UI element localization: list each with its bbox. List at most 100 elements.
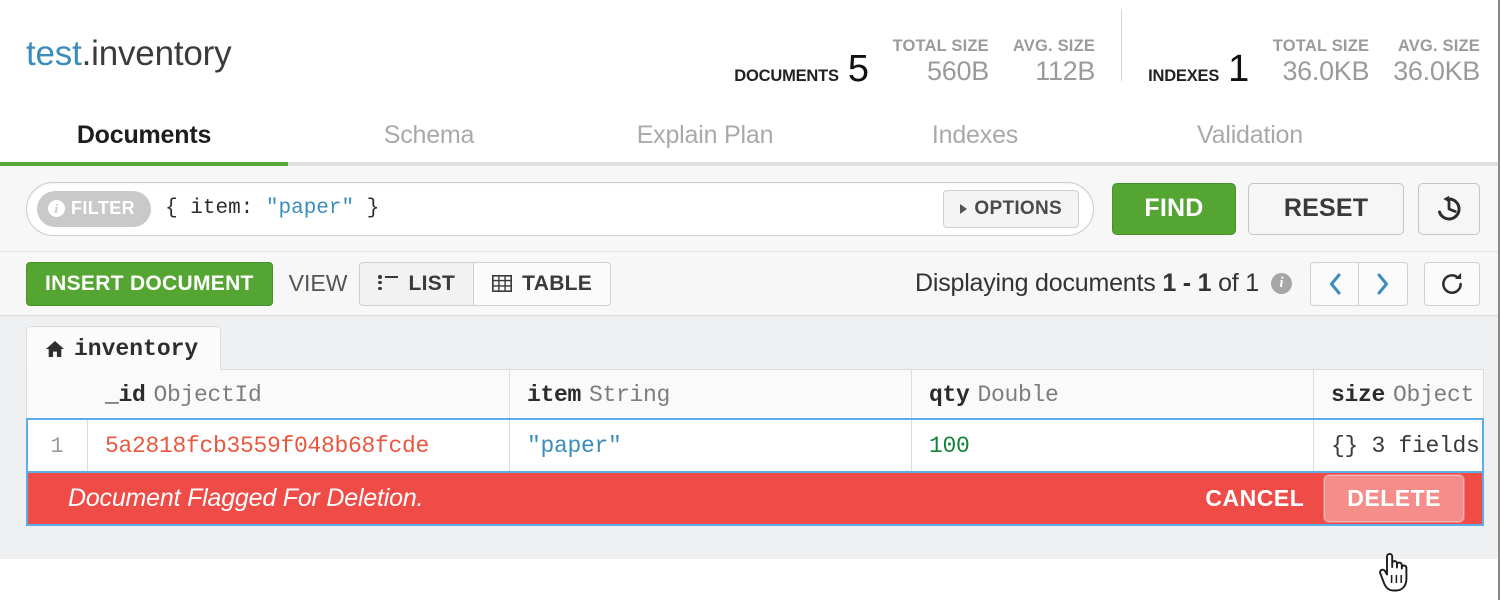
insert-document-button[interactable]: INSERT DOCUMENT [26,262,273,306]
info-icon: i [48,200,65,217]
indexes-stat-group: INDEXES 1 TOTAL SIZE 36.0KB AVG. SIZE 36… [1148,30,1480,92]
collection-name: inventory [91,34,231,73]
column-header-qty-type: Double [978,382,1059,408]
indexes-avg-size-label: AVG. SIZE [1398,37,1480,56]
column-header-rownum [27,370,88,419]
tab-schema[interactable]: Schema [288,108,570,162]
column-header-item-type: String [589,382,670,408]
find-button[interactable]: FIND [1112,183,1236,235]
column-header-size-type: Object [1393,382,1474,408]
displaying-documents-text: Displaying documents 1 - 1 of 1 [915,269,1259,298]
column-header-size[interactable]: size Object [1314,370,1483,419]
chevron-right-icon [960,204,967,214]
column-header-id[interactable]: _id ObjectId [88,370,510,419]
filter-query-text: { item: "paper" } [165,197,379,220]
view-mode-list[interactable]: LIST [359,262,474,306]
tab-schema-label: Schema [384,121,475,150]
query-bar: i FILTER { item: "paper" } OPTIONS FIND … [0,166,1498,252]
chevron-left-icon [1328,272,1342,296]
documents-total-size-label: TOTAL SIZE [892,37,988,56]
indexes-avg-size-value: 36.0KB [1393,56,1480,87]
documents-total-size: TOTAL SIZE 560B [892,37,988,92]
breadcrumb-label: inventory [74,336,198,362]
list-icon [378,276,398,292]
documents-toolbar: INSERT DOCUMENT VIEW LIST TABLE [0,252,1498,316]
paging-range: 1 - 1 [1162,269,1211,297]
cell-item[interactable]: "paper" [510,420,912,472]
cell-qty[interactable]: 100 [912,420,1314,472]
indexes-value: 1 [1228,50,1249,88]
table-row[interactable]: 1 5a2818fcb3559f048b68fcde "paper" 100 {… [27,419,1483,472]
database-name: test [26,34,82,73]
column-header-qty[interactable]: qty Double [912,370,1314,419]
delete-confirmation-banner: Document Flagged For Deletion. CANCEL DE… [26,473,1484,526]
cancel-button[interactable]: CANCEL [1203,481,1306,516]
indexes-total-size-label: TOTAL SIZE [1273,37,1369,56]
options-label: OPTIONS [974,198,1062,220]
documents-grid: _id ObjectId itemString qty Double size Obj… [26,369,1484,473]
indexes-avg-size: AVG. SIZE 36.0KB [1393,37,1480,92]
documents-stat-group: DOCUMENTS 5 TOTAL SIZE 560B AVG. SIZE 11… [734,30,1095,92]
tab-indexes-label: Indexes [932,121,1018,150]
query-history-button[interactable] [1418,183,1480,235]
view-mode-table-label: TABLE [522,272,592,296]
cell-id[interactable]: 5a2818fcb3559f048b68fcde [88,420,510,472]
delete-banner-message: Document Flagged For Deletion. [68,484,423,513]
stats-divider [1121,9,1122,81]
filter-query-prefix: { item: [165,197,266,220]
documents-avg-size-label: AVG. SIZE [1013,37,1095,56]
tab-documents-label: Documents [77,121,211,150]
filter-query-value: "paper" [266,197,354,220]
column-header-id-name: _id [105,382,146,408]
refresh-icon [1439,271,1465,297]
collection-tabs: Documents Schema Explain Plan Indexes Va… [0,108,1498,166]
info-icon[interactable]: i [1271,273,1292,294]
cell-size[interactable]: {} 3 fields [1314,420,1483,472]
bottom-spacer [0,551,1498,559]
mongodb-compass-window: test.inventory DOCUMENTS 5 TOTAL SIZE 56… [0,0,1500,600]
delete-banner-actions: CANCEL DELETE [1203,475,1464,522]
tab-indexes[interactable]: Indexes [840,108,1110,162]
filter-query-suffix: } [354,197,379,220]
delete-button[interactable]: DELETE [1324,475,1464,522]
refresh-button[interactable] [1424,262,1480,306]
tab-documents[interactable]: Documents [0,108,288,162]
documents-avg-size-value: 112B [1035,56,1095,87]
indexes-total-size-value: 36.0KB [1282,56,1369,87]
column-header-item[interactable]: itemString [510,370,912,419]
view-mode-list-label: LIST [408,272,455,296]
next-page-button[interactable] [1359,262,1408,306]
documents-total-size-value: 560B [927,56,989,87]
tab-explain-plan[interactable]: Explain Plan [570,108,840,162]
indexes-total-size: TOTAL SIZE 36.0KB [1273,37,1369,92]
collection-stats: DOCUMENTS 5 TOTAL SIZE 560B AVG. SIZE 11… [734,0,1480,108]
previous-page-button[interactable] [1310,262,1359,306]
tab-validation-label: Validation [1197,121,1303,150]
indexes-label: INDEXES [1148,67,1219,86]
indexes-stat: INDEXES 1 [1148,50,1249,92]
view-mode-toggle: LIST TABLE [359,262,611,306]
grid-header-row: _id ObjectId itemString qty Double size Obj… [27,370,1483,419]
column-header-qty-name: qty [929,382,970,408]
row-index: 1 [27,420,88,472]
options-button[interactable]: OPTIONS [943,190,1079,228]
breadcrumb[interactable]: inventory [26,326,221,370]
view-label: VIEW [289,270,348,297]
paging-suffix: of 1 [1211,269,1259,297]
column-header-id-type: ObjectId [154,382,262,408]
column-header-size-name: size [1331,382,1385,408]
view-mode-table[interactable]: TABLE [474,262,611,306]
reset-button[interactable]: RESET [1248,183,1404,235]
table-grid-icon [492,275,512,292]
namespace-separator: . [82,34,92,73]
tab-validation[interactable]: Validation [1110,108,1390,162]
documents-value: 5 [848,50,869,88]
documents-table-area: inventory _id ObjectId itemString qty Doub… [0,316,1498,559]
documents-label: DOCUMENTS [734,67,839,86]
tab-explain-plan-label: Explain Plan [637,121,774,150]
filter-input[interactable]: i FILTER { item: "paper" } OPTIONS [26,182,1094,236]
collection-header: test.inventory DOCUMENTS 5 TOTAL SIZE 56… [0,0,1498,108]
paging-prefix: Displaying documents [915,269,1162,297]
filter-badge[interactable]: i FILTER [37,191,151,227]
reset-label: RESET [1284,194,1368,223]
